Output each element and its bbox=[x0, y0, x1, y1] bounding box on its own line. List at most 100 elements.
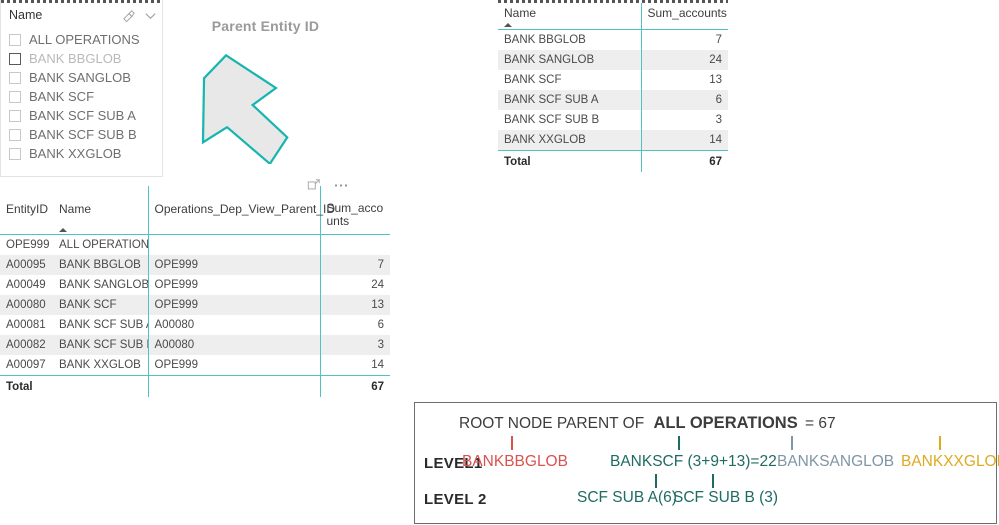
matrix-cell-sum: 6 bbox=[640, 90, 728, 110]
table-cell-sum: 7 bbox=[319, 255, 390, 275]
matrix-cell-sum: 13 bbox=[640, 70, 728, 90]
matrix-col-name-label: Name bbox=[504, 6, 537, 20]
slicer-item-label: BANK SANGLOB bbox=[29, 70, 131, 85]
matrix-row[interactable]: BANK SCF 13 bbox=[498, 70, 728, 90]
table-cell-parentid bbox=[147, 234, 320, 255]
connector-tick-xxglob bbox=[939, 436, 941, 450]
matrix-row[interactable]: BANK XXGLOB 14 bbox=[498, 130, 728, 151]
table-cell-entityid: A00095 bbox=[0, 255, 53, 275]
matrix-row[interactable]: BANK BBGLOB 7 bbox=[498, 29, 728, 50]
chevron-down-icon[interactable] bbox=[143, 8, 158, 23]
slicer-checkbox[interactable] bbox=[9, 33, 21, 46]
table-cell-entityid: A00049 bbox=[6, 279, 46, 291]
table-cell-parentid: A00080 bbox=[147, 315, 320, 335]
visual-header-tools: ⋯ bbox=[307, 178, 351, 193]
table-cell-sum: 14 bbox=[319, 355, 390, 376]
matrix-cell-sum: 3 bbox=[640, 110, 728, 130]
matrix-cell-name: BANK SCF bbox=[504, 74, 562, 86]
more-options-icon[interactable]: ⋯ bbox=[334, 178, 351, 193]
level1-node-scf: BANKSCF (3+9+13)=22 bbox=[610, 453, 777, 470]
table-cell-name: ALL OPERATIONS bbox=[59, 239, 148, 251]
matrix-cell-sum: 14 bbox=[640, 130, 728, 151]
table-cell-parentid: A00080 bbox=[147, 335, 320, 355]
down-left-arrow-icon bbox=[201, 53, 289, 164]
connector-tick-subb bbox=[712, 474, 714, 488]
table-row[interactable]: A00095 BANK BBGLOB OPE999 7 bbox=[0, 255, 390, 275]
detail-header-row: EntityID Name Operations_Dep_View_Parent… bbox=[0, 186, 390, 235]
slicer-item[interactable]: BANK BBGLOB bbox=[9, 49, 162, 68]
slicer-item[interactable]: ALL OPERATIONS bbox=[9, 30, 162, 49]
detail-col-parentid[interactable]: Operations_Dep_View_Parent_ID bbox=[147, 186, 335, 235]
table-cell-entityid: OPE999 bbox=[6, 239, 50, 251]
slicer-item-list[interactable]: ALL OPERATIONS BANK BBGLOB BANK SANGLOB BAN… bbox=[1, 26, 162, 163]
table-cell-parentid: OPE999 bbox=[147, 275, 320, 295]
root-node-line: ROOT NODE PARENT OF ALL OPERATIONS = 67 bbox=[459, 414, 836, 433]
slicer-item-label: BANK SCF bbox=[29, 89, 95, 104]
level2-node-sub-a: SCF SUB A(6) bbox=[577, 489, 677, 506]
table-cell-sum: 13 bbox=[319, 295, 390, 315]
level2-node-sub-b: SCF SUB B (3) bbox=[673, 489, 779, 506]
slicer-title: Name bbox=[9, 8, 43, 22]
table-cell-name: BANK SCF bbox=[53, 295, 148, 315]
slicer-checkbox[interactable] bbox=[9, 90, 21, 103]
detail-col-entityid[interactable]: EntityID bbox=[0, 186, 53, 235]
table-cell-entityid: A00081 bbox=[6, 319, 46, 331]
detail-table: EntityID Name Operations_Dep_View_Parent… bbox=[0, 186, 390, 397]
slicer-checkbox[interactable] bbox=[9, 128, 21, 141]
slicer-item[interactable]: BANK XXGLOB bbox=[9, 144, 162, 163]
slicer-item[interactable]: BANK SANGLOB bbox=[9, 68, 162, 87]
table-cell-parentid: OPE999 bbox=[147, 355, 320, 376]
slicer-header: Name bbox=[1, 0, 162, 26]
root-node-name: ALL OPERATIONS bbox=[653, 414, 798, 432]
root-node-value: = 67 bbox=[805, 415, 836, 432]
table-row[interactable]: A00082 BANK SCF SUB B A00080 3 bbox=[0, 335, 390, 355]
table-total-blank1 bbox=[53, 375, 148, 397]
connector-tick-bbglob bbox=[511, 436, 513, 450]
matrix-cell-sum: 24 bbox=[640, 50, 728, 70]
table-cell-entityid: A00082 bbox=[0, 335, 53, 355]
focus-mode-icon[interactable] bbox=[307, 178, 322, 193]
table-row[interactable]: OPE999 ALL OPERATIONS bbox=[0, 234, 390, 255]
table-cell-sum: 6 bbox=[319, 315, 390, 335]
table-cell-name: BANK BBGLOB bbox=[53, 255, 148, 275]
root-node-prefix: ROOT NODE PARENT OF bbox=[459, 415, 645, 432]
matrix-selection-border bbox=[498, 0, 728, 3]
slicer-checkbox[interactable] bbox=[9, 52, 21, 65]
table-row[interactable]: A00080 BANK SCF OPE999 13 bbox=[0, 295, 390, 315]
slicer-item[interactable]: BANK SCF bbox=[9, 87, 162, 106]
table-row[interactable]: A00081 BANK SCF SUB A A00080 6 bbox=[0, 315, 390, 335]
slicer-item-label: BANK BBGLOB bbox=[29, 51, 122, 66]
table-total-label: Total bbox=[0, 375, 53, 397]
matrix-col-name[interactable]: Name bbox=[498, 0, 641, 30]
matrix-cell-name: BANK XXGLOB bbox=[498, 130, 641, 151]
matrix-row[interactable]: BANK SCF SUB A6 bbox=[498, 90, 728, 110]
matrix-col-sum[interactable]: Sum_accounts bbox=[640, 0, 728, 30]
detail-col-name[interactable]: Name bbox=[53, 186, 148, 235]
summary-matrix-visual[interactable]: Name Sum_accounts BANK BBGLOB 7 BANK SANGL… bbox=[498, 0, 728, 172]
matrix-row[interactable]: BANK SCF SUB B 3 bbox=[498, 110, 728, 130]
slicer-item-label: BANK SCF SUB B bbox=[29, 127, 137, 142]
table-cell-entityid: A00080 bbox=[0, 295, 53, 315]
matrix-total-value: 67 bbox=[640, 150, 728, 172]
slicer-checkbox[interactable] bbox=[9, 147, 21, 160]
detail-col-name-label: Name bbox=[59, 202, 92, 216]
table-row[interactable]: A00097 BANK XXGLOB OPE999 14 bbox=[0, 355, 390, 376]
table-cell-sum: 24 bbox=[319, 275, 390, 295]
slicer-item-label: BANK XXGLOB bbox=[29, 146, 122, 161]
connector-tick-subа bbox=[655, 474, 657, 488]
detail-col-sum[interactable]: Sum_acco unts bbox=[319, 186, 390, 235]
slicer-checkbox[interactable] bbox=[9, 71, 21, 84]
slicer-item[interactable]: BANK SCF SUB B bbox=[9, 125, 162, 144]
slicer-checkbox[interactable] bbox=[9, 109, 21, 122]
slicer-item[interactable]: BANK SCF SUB A bbox=[9, 106, 162, 125]
name-slicer[interactable]: Name ALL OPERATIONS BANK BBGLOB BANK SANGL… bbox=[0, 0, 163, 177]
detail-table-visual[interactable]: ⋯ EntityID Name Operations_Dep_View_Pare… bbox=[0, 178, 390, 397]
matrix-row[interactable]: BANK SANGLOB 24 bbox=[498, 50, 728, 70]
parent-entity-annotation: Parent Entity ID bbox=[178, 14, 353, 179]
table-total-blank2 bbox=[147, 375, 320, 397]
table-row[interactable]: A00049 BANK SANGLOB OPE999 24 bbox=[0, 275, 390, 295]
matrix-col-sum-label: Sum_accounts bbox=[647, 6, 727, 20]
slicer-item-label: ALL OPERATIONS bbox=[29, 32, 140, 47]
eraser-icon[interactable] bbox=[121, 8, 136, 23]
table-cell-name: BANK SCF SUB B bbox=[53, 335, 148, 355]
